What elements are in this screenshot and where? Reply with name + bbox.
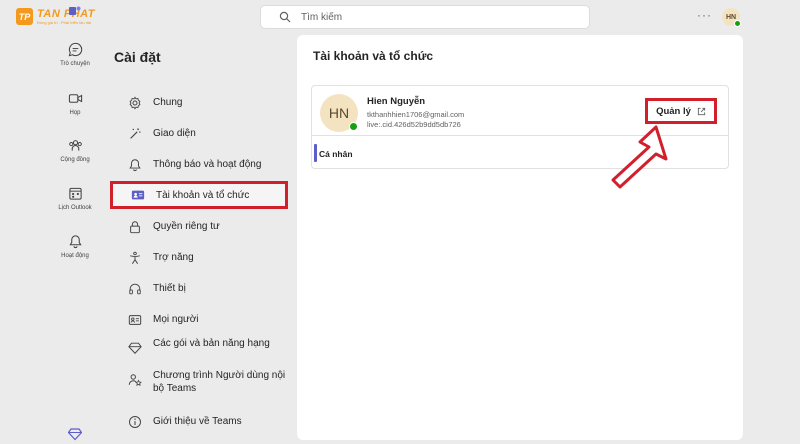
- app-rail: Trò chuyện Họp Cộng đồng Lịch Outlook Ho…: [48, 34, 102, 444]
- brand-name: TAN PHAT: [37, 8, 95, 20]
- rail-item-meetings[interactable]: Họp: [48, 91, 102, 116]
- rail-label: Họp: [69, 110, 81, 116]
- settings-item-accessibility[interactable]: Trợ năng: [128, 251, 288, 265]
- account-email: tkthanhhien1706@gmail.com: [367, 110, 465, 119]
- settings-item-notifications[interactable]: Thông báo và hoạt động: [128, 158, 288, 172]
- premium-diamond-icon[interactable]: [68, 427, 82, 441]
- person-star-icon: [128, 374, 142, 387]
- profile-avatar-initials: HN: [725, 13, 737, 21]
- selection-indicator: [314, 144, 317, 162]
- diamond-icon: [128, 342, 142, 354]
- settings-title: Cài đặt: [114, 49, 161, 65]
- settings-item-label: Chung: [153, 97, 183, 108]
- teams-icon[interactable]: [69, 6, 81, 16]
- headset-icon: [129, 283, 141, 295]
- brand-logo: TP TAN PHAT Đồng giá trị - Phát triển lâ…: [16, 8, 95, 25]
- rail-label: Trò chuyện: [60, 61, 90, 67]
- settings-item-about[interactable]: Giới thiệu về Teams: [128, 415, 288, 429]
- settings-item-label: Giao diện: [153, 128, 196, 139]
- presence-available-icon: [734, 20, 741, 27]
- settings-item-appearance[interactable]: Giao diện: [128, 127, 288, 141]
- community-icon: [68, 140, 82, 151]
- settings-item-label: Thiết bị: [153, 283, 186, 294]
- settings-item-privacy[interactable]: Quyền riêng tư: [128, 220, 288, 234]
- settings-item-label: Quyền riêng tư: [153, 221, 220, 232]
- panel-title: Tài khoản và tổ chức: [313, 49, 434, 63]
- chat-icon: [68, 42, 82, 57]
- settings-item-label: Mọi người: [153, 314, 199, 325]
- rail-item-activity[interactable]: Hoạt động: [48, 234, 102, 259]
- account-name: Hien Nguyễn: [367, 96, 426, 107]
- settings-item-general[interactable]: Chung: [128, 96, 288, 110]
- settings-item-label: Chương trình Người dùng nội bộ Teams: [153, 370, 286, 394]
- video-icon: [68, 94, 82, 103]
- account-id: live:.cid.426d52b9dd5db726: [367, 120, 461, 129]
- manage-button[interactable]: Quản lý: [645, 98, 717, 124]
- account-avatar-initials: HN: [328, 105, 350, 121]
- manage-button-label: Quản lý: [656, 105, 691, 117]
- brand-tagline: Đồng giá trị - Phát triển lâu dài: [37, 20, 92, 25]
- personal-section-label: Cá nhân: [319, 149, 353, 159]
- rail-label: Lịch Outlook: [58, 205, 92, 211]
- settings-item-label: Thông báo và hoạt động: [153, 159, 262, 170]
- more-options-button[interactable]: ···: [697, 9, 712, 21]
- top-bar: TP TAN PHAT Đồng giá trị - Phát triển lâ…: [0, 0, 800, 34]
- rail-item-calendar[interactable]: Lịch Outlook: [48, 186, 102, 211]
- bell-icon: [68, 235, 82, 249]
- profile-avatar[interactable]: HN: [722, 8, 741, 27]
- settings-item-devices[interactable]: Thiết bị: [128, 282, 288, 296]
- accessibility-icon: [130, 251, 140, 264]
- gear-icon: [129, 96, 141, 110]
- info-icon: [129, 416, 141, 428]
- settings-item-label: Giới thiệu về Teams: [153, 416, 242, 427]
- settings-item-people[interactable]: Mọi người: [128, 313, 288, 327]
- brand-logo-mark: TP: [16, 8, 33, 25]
- settings-item-plans[interactable]: Các gói và bản năng hạng: [128, 337, 288, 355]
- lock-icon: [130, 221, 140, 234]
- settings-nav: Cài đặt Chung Giao diện Thông báo và hoạ…: [102, 34, 296, 444]
- annotation-arrow-icon: [611, 125, 668, 189]
- account-avatar: HN: [320, 94, 358, 132]
- id-card-icon: [131, 190, 145, 200]
- rail-label: Cộng đồng: [60, 157, 90, 163]
- rail-item-community[interactable]: Cộng đồng: [48, 138, 102, 163]
- settings-item-insider[interactable]: Chương trình Người dùng nội bộ Teams: [128, 369, 288, 395]
- calendar-icon: [68, 187, 82, 200]
- account-panel: Tài khoản và tổ chức HN Hien Nguyễn tkth…: [297, 35, 743, 440]
- bell-icon: [129, 159, 141, 172]
- settings-item-label: Trợ năng: [153, 252, 194, 263]
- magic-wand-icon: [130, 128, 141, 139]
- search-box[interactable]: Tìm kiếm: [260, 5, 590, 29]
- contact-card-icon: [128, 315, 142, 325]
- rail-label: Hoạt động: [61, 253, 89, 259]
- presence-available-icon: [349, 122, 358, 131]
- search-icon: [279, 11, 291, 23]
- external-link-icon: [697, 107, 706, 115]
- rail-item-chat[interactable]: Trò chuyện: [48, 42, 102, 67]
- search-placeholder: Tìm kiếm: [301, 11, 343, 23]
- settings-item-label: Tài khoản và tổ chức: [156, 189, 250, 201]
- settings-item-accounts[interactable]: Tài khoản và tổ chức: [110, 181, 288, 209]
- settings-item-label: Các gói và bản năng hạng: [153, 338, 270, 349]
